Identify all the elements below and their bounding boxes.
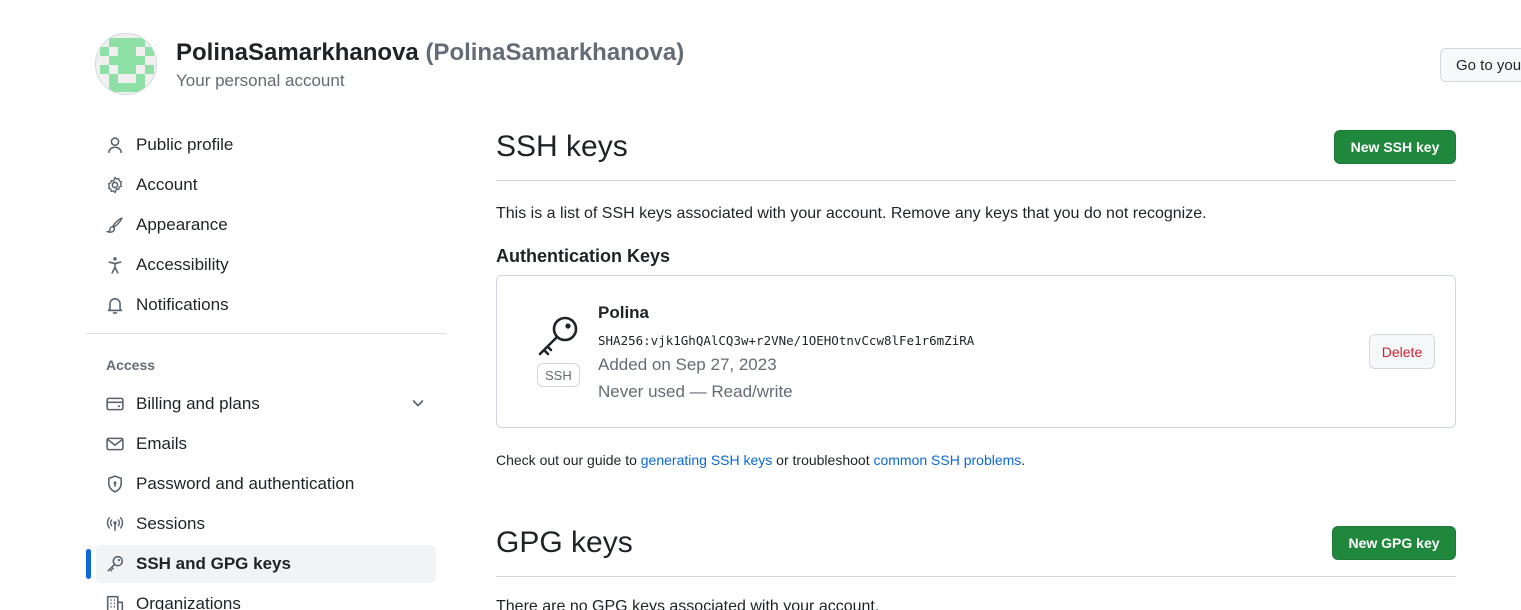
ssh-description: This is a list of SSH keys associated wi… (496, 205, 1207, 222)
key-title: Polina (598, 303, 650, 322)
delete-key-button[interactable]: Delete (1369, 334, 1435, 369)
sidebar-item-label: Password and authentication (136, 474, 355, 493)
sidebar-item-label: Accessibility (136, 255, 229, 274)
sidebar-item-notifications[interactable]: Notifications (96, 286, 436, 324)
sidebar-item-label: Appearance (136, 215, 228, 234)
ssh-divider (496, 180, 1456, 181)
organization-icon (105, 594, 125, 610)
common-ssh-problems-link[interactable]: common SSH problems (873, 452, 1021, 468)
sidebar-item-label: SSH and GPG keys (136, 554, 291, 573)
key-added-date: Added on Sep 27, 2023 (598, 355, 777, 374)
guide-middle: or troubleshoot (772, 452, 874, 468)
sidebar-item-public-profile[interactable]: Public profile (96, 126, 436, 164)
sidebar-item-appearance[interactable]: Appearance (96, 206, 436, 244)
sidebar-heading-access: Access (106, 357, 156, 373)
sidebar-item-account[interactable]: Account (96, 166, 436, 204)
sidebar-item-label: Organizations (136, 594, 241, 610)
sidebar-item-password-authentication[interactable]: Password and authentication (96, 465, 436, 503)
credit-card-icon (105, 394, 125, 414)
mail-icon (105, 434, 125, 454)
ssh-badge: SSH (537, 363, 580, 387)
generating-ssh-keys-link[interactable]: generating SSH keys (641, 452, 773, 468)
gear-icon (105, 175, 125, 195)
sidebar-item-organizations[interactable]: Organizations (96, 585, 436, 610)
new-gpg-key-button[interactable]: New GPG key (1332, 526, 1456, 560)
ssh-guide-text: Check out our guide to generating SSH ke… (496, 452, 1025, 468)
settings-page: PolinaSamarkhanova (PolinaSamarkhanova) … (0, 0, 1521, 610)
new-ssh-key-button[interactable]: New SSH key (1334, 130, 1456, 164)
sidebar-item-emails[interactable]: Emails (96, 425, 436, 463)
sidebar-divider (86, 333, 446, 334)
authentication-keys-heading: Authentication Keys (496, 246, 671, 266)
key-icon (105, 554, 125, 574)
go-to-profile-button[interactable]: Go to your personal profile (1440, 48, 1521, 82)
gpg-keys-title: GPG keys (496, 526, 633, 559)
gpg-empty-text: There are no GPG keys associated with yo… (496, 598, 880, 610)
accessibility-icon (105, 255, 125, 275)
account-subtitle: Your personal account (176, 71, 345, 90)
identicon-icon (96, 34, 156, 94)
broadcast-icon (105, 514, 125, 534)
paintbrush-icon (105, 215, 125, 235)
guide-suffix: . (1021, 452, 1026, 468)
active-indicator (86, 549, 91, 579)
display-name: PolinaSamarkhanova (176, 39, 419, 66)
sidebar-item-accessibility[interactable]: Accessibility (96, 246, 436, 284)
sidebar-item-label: Public profile (136, 135, 234, 154)
shield-lock-icon (105, 474, 125, 494)
sidebar-item-label: Sessions (136, 514, 205, 533)
sidebar-item-sessions[interactable]: Sessions (96, 505, 436, 543)
ssh-key-item: SSH Polina SHA256:vjk1GhQAlCQ3w+r2VNe/1O… (496, 275, 1456, 428)
person-icon (105, 135, 125, 155)
sidebar-item-label: Account (136, 175, 198, 194)
key-icon (538, 316, 578, 356)
avatar[interactable] (95, 33, 157, 95)
sidebar-item-ssh-gpg-keys[interactable]: SSH and GPG keys (96, 545, 436, 583)
sidebar-item-label: Notifications (136, 295, 229, 314)
sidebar-item-label: Emails (136, 434, 188, 453)
sidebar-item-billing[interactable]: Billing and plans (96, 385, 436, 423)
account-name[interactable]: PolinaSamarkhanova (PolinaSamarkhanova) (176, 39, 684, 67)
guide-prefix: Check out our guide to (496, 452, 641, 468)
gpg-divider (496, 576, 1456, 577)
bell-icon (105, 295, 125, 315)
key-fingerprint: SHA256:vjk1GhQAlCQ3w+r2VNe/1OEHOtnvCcw8l… (598, 333, 975, 348)
ssh-keys-title: SSH keys (496, 130, 628, 163)
key-usage: Never used — Read/write (598, 382, 793, 401)
chevron-down-icon[interactable] (410, 395, 426, 411)
login-name: (PolinaSamarkhanova) (425, 39, 685, 66)
sidebar-item-label: Billing and plans (136, 394, 260, 413)
